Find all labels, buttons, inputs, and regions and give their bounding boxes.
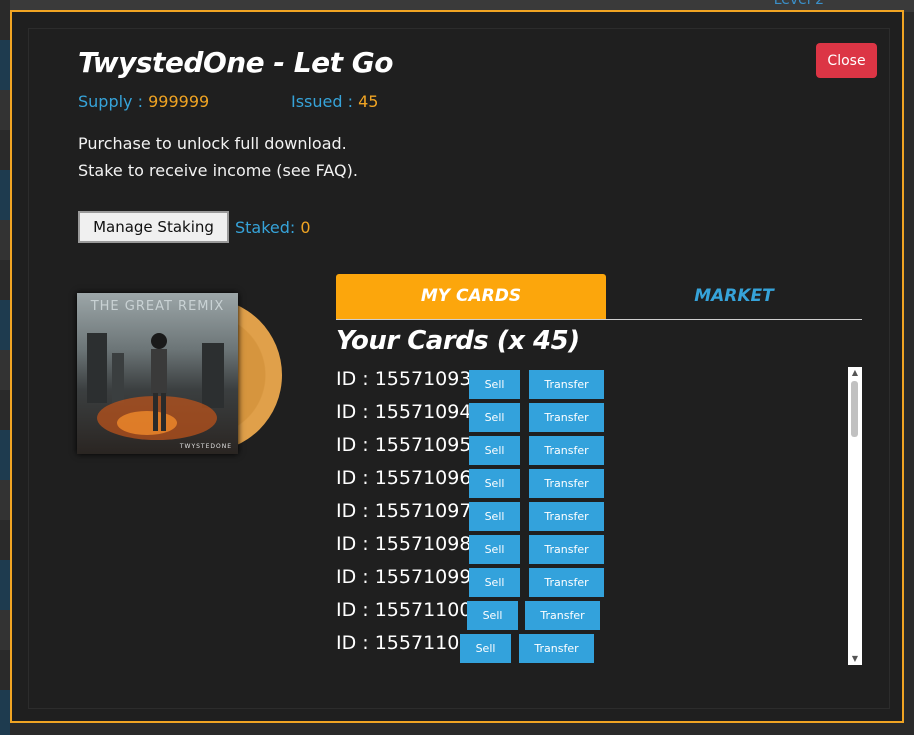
description: Purchase to unlock full download. Stake … [78, 130, 358, 184]
background-thumbnails [0, 0, 10, 735]
card-id: ID : 15571100 [336, 599, 472, 621]
background-level-text: Level 2 [773, 0, 824, 8]
chevron-up-icon[interactable]: ▲ [848, 367, 862, 379]
cards-list[interactable]: ID : 15571093 Sell Transfer ID : 1557109… [336, 368, 838, 666]
supply-info: Supply : 999999 [78, 92, 209, 111]
transfer-button[interactable]: Transfer [525, 601, 600, 630]
card-id: ID : 15571093 [336, 368, 472, 390]
transfer-button[interactable]: Transfer [529, 535, 604, 564]
card-id: ID : 15571097 [336, 500, 472, 522]
tab-market[interactable]: MARKET [606, 274, 862, 319]
transfer-button[interactable]: Transfer [519, 634, 594, 663]
cover-artwork [87, 333, 224, 440]
card-id: ID : 15571095 [336, 434, 472, 456]
sell-button[interactable]: Sell [469, 535, 520, 564]
card-id: ID : 15571094 [336, 401, 472, 423]
card-id: ID : 15571096 [336, 467, 472, 489]
description-line-2: Stake to receive income (see FAQ). [78, 161, 358, 180]
transfer-button[interactable]: Transfer [529, 502, 604, 531]
chevron-down-icon[interactable]: ▼ [848, 653, 862, 665]
sell-button[interactable]: Sell [469, 436, 520, 465]
staked-value: 0 [300, 218, 311, 237]
issued-label: Issued : [291, 92, 354, 111]
transfer-button[interactable]: Transfer [529, 403, 604, 432]
close-button[interactable]: Close [816, 43, 877, 78]
card-id: ID : 15571098 [336, 533, 472, 555]
transfer-button[interactable]: Transfer [529, 469, 604, 498]
sell-button[interactable]: Sell [460, 634, 511, 663]
manage-staking-button[interactable]: Manage Staking [78, 211, 229, 243]
staked-info: Staked: 0 [235, 218, 311, 237]
card-id: ID : 15571099 [336, 566, 472, 588]
card-id: ID : 15571101 [336, 632, 472, 654]
card-modal: TwystedOne - Let Go Close Supply : 99999… [10, 10, 904, 723]
issued-value: 45 [358, 92, 379, 111]
tab-bar: MY CARDS MARKET [336, 274, 862, 320]
staked-label: Staked: [235, 218, 296, 237]
sell-button[interactable]: Sell [467, 601, 518, 630]
sell-button[interactable]: Sell [469, 370, 520, 399]
supply-label: Supply : [78, 92, 143, 111]
scrollbar-thumb[interactable] [851, 381, 858, 437]
cards-scrollbar[interactable]: ▲ ▼ [848, 367, 862, 665]
sell-button[interactable]: Sell [469, 403, 520, 432]
transfer-button[interactable]: Transfer [529, 436, 604, 465]
transfer-button[interactable]: Transfer [529, 568, 604, 597]
issued-info: Issued : 45 [291, 92, 378, 111]
cover-title: THE GREAT REMIX [90, 299, 225, 314]
track-title: TwystedOne - Let Go [78, 46, 393, 79]
sell-button[interactable]: Sell [469, 469, 520, 498]
tab-my-cards[interactable]: MY CARDS [336, 274, 606, 319]
supply-value: 999999 [148, 92, 210, 111]
sell-button[interactable]: Sell [469, 568, 520, 597]
album-cover: THE GREAT REMIX TWYSTEDONE [77, 293, 238, 454]
cover-artist: TWYSTEDONE [179, 443, 232, 450]
transfer-button[interactable]: Transfer [529, 370, 604, 399]
sell-button[interactable]: Sell [469, 502, 520, 531]
description-line-1: Purchase to unlock full download. [78, 134, 347, 153]
cards-heading: Your Cards (x 45) [336, 326, 580, 356]
